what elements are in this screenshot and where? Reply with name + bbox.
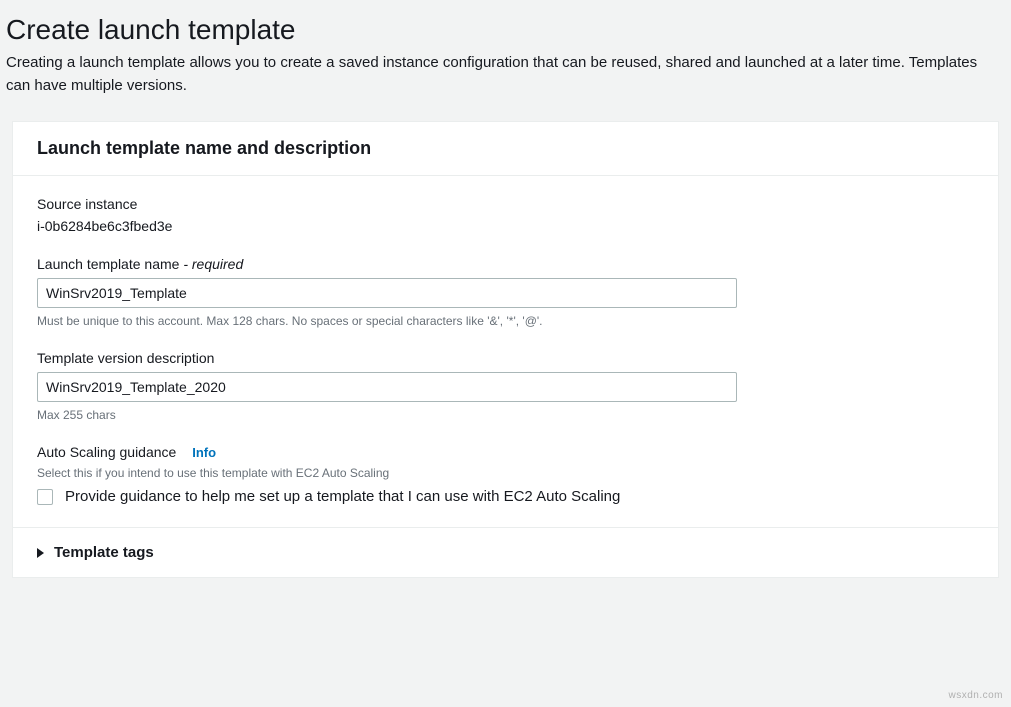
- field-version-description: Template version description Max 255 cha…: [37, 350, 974, 422]
- asg-checkbox-label: Provide guidance to help me set up a tem…: [65, 488, 620, 505]
- source-instance-value: i-0b6284be6c3fbed3e: [37, 218, 974, 234]
- template-name-help: Must be unique to this account. Max 128 …: [37, 314, 974, 328]
- asg-info-link[interactable]: Info: [192, 445, 216, 460]
- template-tags-expander[interactable]: Template tags: [13, 527, 998, 577]
- template-tags-heading: Template tags: [54, 544, 154, 561]
- asg-checkbox[interactable]: [37, 489, 53, 505]
- panel-name-description: Launch template name and description Sou…: [12, 121, 999, 578]
- source-instance-label: Source instance: [37, 196, 974, 212]
- field-template-name: Launch template name - required Must be …: [37, 256, 974, 328]
- asg-help: Select this if you intend to use this te…: [37, 466, 974, 480]
- version-help: Max 255 chars: [37, 408, 974, 422]
- template-name-label-text: Launch template name: [37, 256, 179, 272]
- page-title: Create launch template: [6, 14, 1005, 46]
- panel-header: Launch template name and description: [13, 122, 998, 176]
- template-name-required: - required: [179, 256, 243, 272]
- version-description-input[interactable]: [37, 372, 737, 402]
- page-subtitle: Creating a launch template allows you to…: [6, 52, 996, 97]
- version-label: Template version description: [37, 350, 974, 366]
- panel-heading: Launch template name and description: [37, 138, 974, 159]
- template-name-input[interactable]: [37, 278, 737, 308]
- template-name-label: Launch template name - required: [37, 256, 974, 272]
- watermark: wsxdn.com: [948, 690, 1003, 701]
- caret-right-icon: [37, 548, 44, 558]
- asg-label: Auto Scaling guidance: [37, 444, 176, 460]
- field-source-instance: Source instance i-0b6284be6c3fbed3e: [37, 196, 974, 234]
- field-auto-scaling-guidance: Auto Scaling guidance Info Select this i…: [37, 444, 974, 505]
- asg-label-row: Auto Scaling guidance Info: [37, 444, 974, 460]
